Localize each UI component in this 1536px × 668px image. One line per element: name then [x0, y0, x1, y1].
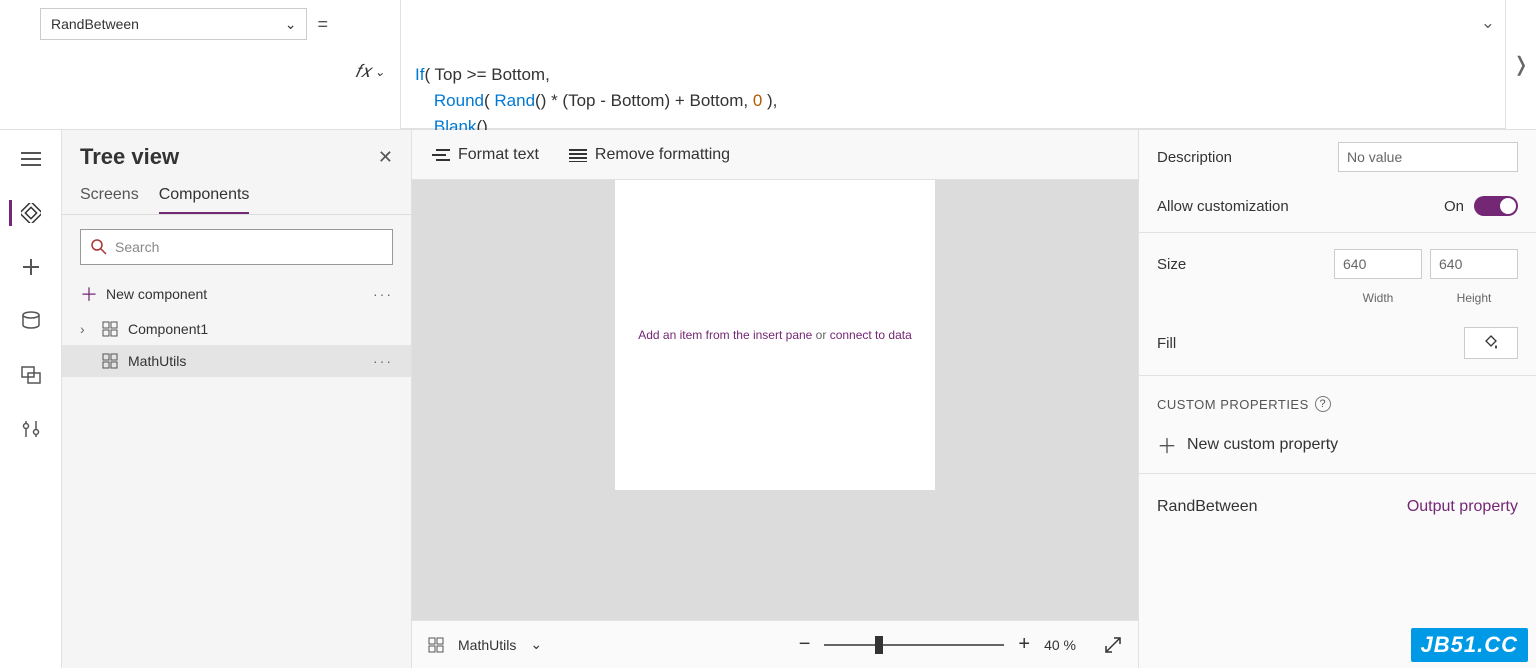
- formula-next-arrow[interactable]: ❭: [1506, 0, 1536, 129]
- formula-editor[interactable]: If( Top >= Bottom, Round( Rand() * (Top …: [400, 0, 1506, 129]
- insert-rail-icon[interactable]: [11, 254, 51, 280]
- new-custom-property-label: New custom property: [1187, 436, 1338, 454]
- tab-components[interactable]: Components: [159, 178, 250, 214]
- remove-formatting-label: Remove formatting: [595, 146, 730, 164]
- property-selector-value: RandBetween: [51, 16, 139, 32]
- width-label: Width: [1334, 291, 1422, 305]
- canvas-hint-connect[interactable]: connect to data: [830, 328, 912, 342]
- data-rail-icon[interactable]: [11, 308, 51, 334]
- custom-property-name: RandBetween: [1157, 498, 1258, 516]
- search-icon: [91, 239, 107, 255]
- remove-formatting-button[interactable]: Remove formatting: [569, 146, 730, 164]
- component-canvas[interactable]: Add an item from the insert pane or conn…: [615, 180, 935, 490]
- fx-label-text: 𝑓𝑥: [355, 61, 371, 82]
- more-icon[interactable]: ···: [373, 353, 393, 369]
- formula-expand-toggle[interactable]: ⌄: [1481, 10, 1495, 36]
- canvas-breadcrumb[interactable]: MathUtils: [458, 637, 516, 653]
- width-input[interactable]: [1334, 249, 1422, 279]
- settings-rail-icon[interactable]: [11, 416, 51, 442]
- new-component-label: New component: [106, 286, 207, 302]
- tree-view-rail-icon[interactable]: [9, 200, 49, 226]
- height-label: Height: [1430, 291, 1518, 305]
- info-icon[interactable]: ?: [1315, 396, 1331, 412]
- format-text-icon: [432, 148, 450, 162]
- plus-icon: ＋: [1157, 430, 1177, 459]
- tree-item-mathutils[interactable]: MathUtils ···: [62, 345, 411, 377]
- chevron-down-icon[interactable]: ⌄: [530, 636, 542, 653]
- fill-label: Fill: [1157, 335, 1176, 352]
- canvas-hint-insert[interactable]: Add an item from the insert pane: [638, 328, 812, 342]
- tree-view-panel: Tree view ✕ Screens Components Search ＋ …: [62, 130, 412, 668]
- zoom-value: 40 %: [1044, 637, 1076, 653]
- tab-screens[interactable]: Screens: [80, 178, 139, 214]
- component-icon: [102, 353, 118, 369]
- format-text-button[interactable]: Format text: [432, 146, 539, 164]
- new-custom-property-button[interactable]: ＋ New custom property: [1139, 420, 1536, 469]
- size-label: Size: [1157, 256, 1186, 273]
- chevron-down-icon: ⌄: [375, 65, 385, 79]
- zoom-in-button[interactable]: +: [1018, 633, 1030, 656]
- tree-item-label: MathUtils: [128, 353, 186, 369]
- hamburger-icon[interactable]: [11, 146, 51, 172]
- fx-button[interactable]: 𝑓𝑥 ⌄: [340, 0, 400, 129]
- canvas-hint-or: or: [812, 328, 829, 342]
- tree-item-component1[interactable]: › Component1: [62, 313, 411, 345]
- format-text-label: Format text: [458, 146, 539, 164]
- allow-customization-toggle[interactable]: [1474, 196, 1518, 216]
- custom-property-row[interactable]: RandBetween Output property: [1139, 478, 1536, 536]
- media-rail-icon[interactable]: [11, 362, 51, 388]
- search-input[interactable]: Search: [80, 229, 393, 265]
- fill-color-picker[interactable]: [1464, 327, 1518, 359]
- zoom-out-button[interactable]: −: [799, 633, 811, 656]
- more-icon[interactable]: ···: [373, 286, 393, 302]
- left-rail: [0, 130, 62, 668]
- tree-item-label: Component1: [128, 321, 208, 337]
- remove-formatting-icon: [569, 148, 587, 162]
- equals-sign: =: [317, 8, 328, 35]
- zoom-slider[interactable]: [824, 644, 1004, 646]
- height-input[interactable]: [1430, 249, 1518, 279]
- chevron-down-icon: ⌄: [285, 16, 297, 33]
- plus-icon: ＋: [80, 281, 98, 307]
- close-icon[interactable]: ✕: [378, 147, 393, 168]
- chevron-right-icon[interactable]: ›: [80, 321, 92, 337]
- custom-properties-header: CUSTOM PROPERTIES ?: [1139, 380, 1536, 420]
- component-icon: [428, 637, 444, 653]
- custom-property-type: Output property: [1407, 498, 1518, 516]
- component-icon: [102, 321, 118, 337]
- property-selector[interactable]: RandBetween ⌄: [40, 8, 307, 40]
- canvas-area: Format text Remove formatting Add an ite…: [412, 130, 1138, 668]
- fit-to-screen-icon[interactable]: [1104, 636, 1122, 654]
- watermark: JB51.CC: [1411, 628, 1528, 662]
- tree-view-title: Tree view: [80, 144, 179, 170]
- new-component-button[interactable]: ＋ New component: [80, 281, 207, 307]
- search-placeholder: Search: [115, 239, 159, 255]
